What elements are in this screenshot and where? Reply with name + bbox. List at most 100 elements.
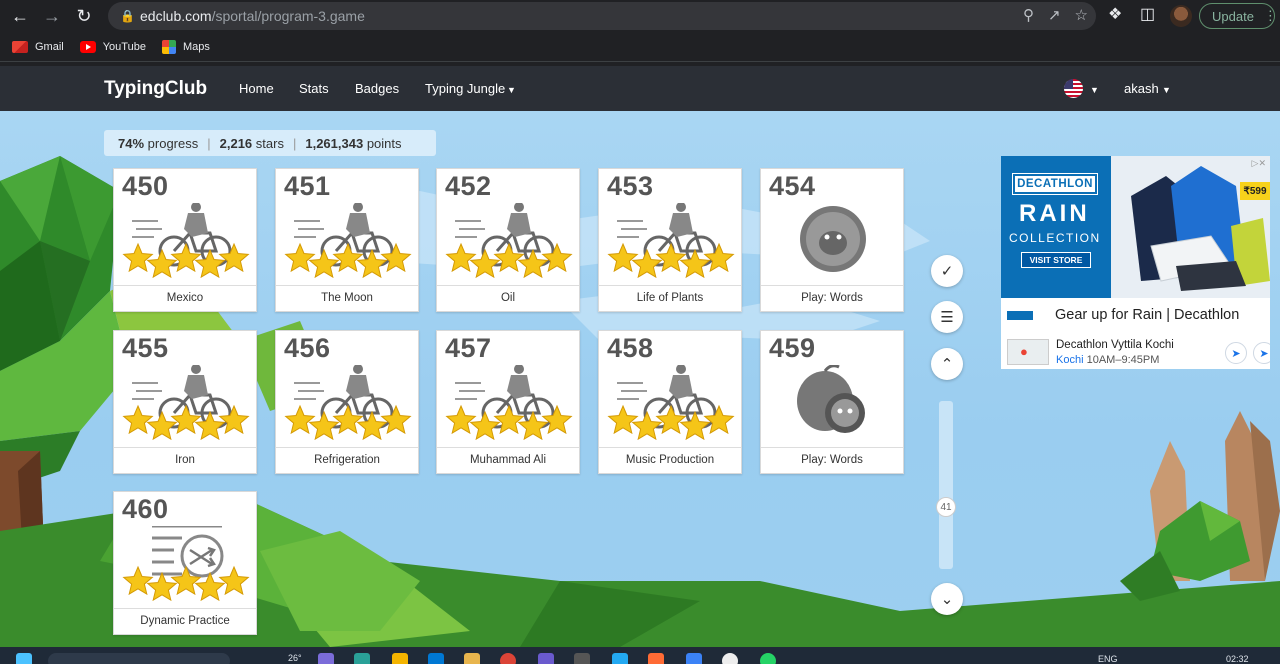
nav-badges[interactable]: Badges xyxy=(355,81,399,96)
windows-start-icon[interactable] xyxy=(16,653,32,664)
ad-map-thumbnail[interactable]: ● xyxy=(1007,339,1049,365)
progress-label: progress xyxy=(147,135,199,151)
star-icon xyxy=(284,404,316,435)
vscode-icon[interactable] xyxy=(612,653,628,664)
store-icon[interactable] xyxy=(428,653,444,664)
lesson-card[interactable]: 454 Play: Words xyxy=(760,168,904,312)
star-icon xyxy=(607,242,639,273)
ad-hours-value: 10AM–9:45PM xyxy=(1086,354,1160,366)
lesson-card[interactable]: 455 Iron xyxy=(113,330,257,474)
progress-summary: 74% progress | 2,216 stars | 1,261,343 p… xyxy=(104,130,436,156)
scroll-position-badge[interactable]: 41 xyxy=(936,497,956,517)
lesson-number: 451 xyxy=(284,171,331,201)
map-pin-icon: ● xyxy=(1020,344,1028,359)
check-circle-icon[interactable]: ✓ xyxy=(931,255,963,287)
directions-icon[interactable]: ➤ xyxy=(1253,342,1270,364)
lesson-card[interactable]: 457 Muhammad Ali xyxy=(436,330,580,474)
star-icon xyxy=(380,242,412,273)
bike-icon xyxy=(284,203,412,279)
app-icon[interactable] xyxy=(722,653,738,664)
lesson-card[interactable]: 451 The Moon xyxy=(275,168,419,312)
bike-icon xyxy=(122,203,250,279)
language-indicator[interactable]: ENG xyxy=(1098,654,1118,664)
nav-typing-jungle[interactable]: Typing Jungle xyxy=(425,81,505,96)
back-arrow-icon[interactable]: ← xyxy=(6,2,34,30)
messenger-icon[interactable] xyxy=(538,653,554,664)
extensions-icon[interactable]: ❖ xyxy=(1108,4,1122,24)
ad-headline[interactable]: Gear up for Rain | Decathlon xyxy=(1055,307,1239,323)
chrome-icon[interactable] xyxy=(500,653,516,664)
app-icon[interactable] xyxy=(648,653,664,664)
youtube-icon xyxy=(79,40,96,53)
ad-rain-title: RAIN xyxy=(1019,200,1090,227)
folder-icon[interactable] xyxy=(392,653,408,664)
list-menu-icon[interactable]: ☰ xyxy=(931,301,963,333)
profile-avatar[interactable] xyxy=(1170,5,1192,27)
lesson-number: 455 xyxy=(122,333,169,363)
lesson-title: The Moon xyxy=(276,285,418,311)
points-count: 1,261,343 xyxy=(305,135,364,151)
bike-icon xyxy=(445,203,573,279)
lesson-card[interactable]: 453 Life of Plants xyxy=(598,168,742,312)
side-panel-icon[interactable]: ◫ xyxy=(1140,4,1155,24)
reload-icon[interactable]: ↻ xyxy=(70,2,98,30)
files-icon[interactable] xyxy=(464,653,480,664)
ad-choices-icon[interactable]: ▷✕ xyxy=(1252,158,1266,169)
lesson-card[interactable]: 452 Oil xyxy=(436,168,580,312)
forward-arrow-icon[interactable]: → xyxy=(38,2,66,30)
ad-banner[interactable]: DECATHLON RAIN COLLECTION VISIT STORE ₹5… xyxy=(1001,156,1270,298)
lesson-number: 458 xyxy=(607,333,654,363)
directions-icon[interactable]: ➤ xyxy=(1225,342,1247,364)
bookmark-star-icon[interactable]: ☆ xyxy=(1075,6,1088,24)
edge-icon[interactable] xyxy=(354,653,370,664)
teams-icon[interactable] xyxy=(318,653,334,664)
site-header: TypingClub Home Stats Badges Typing Jung… xyxy=(0,66,1280,111)
lesson-title: Music Production xyxy=(599,447,741,473)
decathlon-ad[interactable]: DECATHLON RAIN COLLECTION VISIT STORE ₹5… xyxy=(1001,156,1270,369)
star-icon xyxy=(122,242,154,273)
share-icon[interactable]: ↗ xyxy=(1048,6,1061,24)
lesson-card[interactable]: 460 Dynamic Practice xyxy=(113,491,257,635)
bookmark-label: Maps xyxy=(182,40,210,53)
bookmark-label: YouTube xyxy=(102,40,146,53)
ad-city: Kochi xyxy=(1056,354,1084,366)
lesson-number: 456 xyxy=(284,333,331,363)
bookmark-gmail[interactable]: Gmail xyxy=(12,40,64,53)
star-icon xyxy=(218,565,250,596)
us-flag-icon[interactable] xyxy=(1064,79,1083,98)
whatsapp-icon[interactable] xyxy=(760,653,776,664)
bookmark-youtube[interactable]: YouTube xyxy=(79,40,146,53)
url-path: /sportal/program-3.game xyxy=(211,8,365,24)
bookmark-maps[interactable]: Maps xyxy=(161,39,210,54)
lesson-card[interactable]: 456 Refrigeration xyxy=(275,330,419,474)
lesson-title: Muhammad Ali xyxy=(437,447,579,473)
scroll-up-icon[interactable]: ⌃ xyxy=(931,348,963,380)
lesson-scrollbar[interactable] xyxy=(939,401,953,569)
nav-home[interactable]: Home xyxy=(239,81,274,96)
app-icon[interactable] xyxy=(574,653,590,664)
clock-time[interactable]: 02:32 xyxy=(1226,654,1249,664)
taskbar-search-box[interactable] xyxy=(48,653,230,664)
nav-stats[interactable]: Stats xyxy=(299,81,329,96)
ad-visit-store-button[interactable]: VISIT STORE xyxy=(1021,252,1091,268)
star-icon xyxy=(122,565,154,596)
lesson-card[interactable]: 459 Play: Words xyxy=(760,330,904,474)
lesson-card[interactable]: 458 Music Production xyxy=(598,330,742,474)
chevron-down-icon: ▼ xyxy=(507,85,516,95)
user-menu[interactable]: akash xyxy=(1124,81,1159,96)
more-menu-icon: ⋮ xyxy=(1263,8,1277,23)
lesson-title: Refrigeration xyxy=(276,447,418,473)
zoom-icon[interactable]: ⚲ xyxy=(1023,6,1034,24)
update-button[interactable]: Update ⋮ xyxy=(1199,3,1277,29)
ad-store-hours: Kochi 10AM–9:45PM xyxy=(1056,354,1159,366)
app-icon[interactable] xyxy=(686,653,702,664)
lesson-number: 450 xyxy=(122,171,169,201)
chevron-down-icon: ▼ xyxy=(1162,85,1171,95)
scroll-down-icon[interactable]: ⌄ xyxy=(931,583,963,615)
typingclub-logo[interactable]: TypingClub xyxy=(104,78,207,100)
ad-collection-title: COLLECTION xyxy=(1009,231,1101,245)
ad-store-name[interactable]: Decathlon Vyttila Kochi xyxy=(1056,339,1174,351)
weather-temp[interactable]: 26° xyxy=(288,653,302,663)
address-bar[interactable]: 🔒 edclub.com/sportal/program-3.game ⚲ ↗ … xyxy=(108,2,1096,30)
lesson-card[interactable]: 450 Mexico xyxy=(113,168,257,312)
